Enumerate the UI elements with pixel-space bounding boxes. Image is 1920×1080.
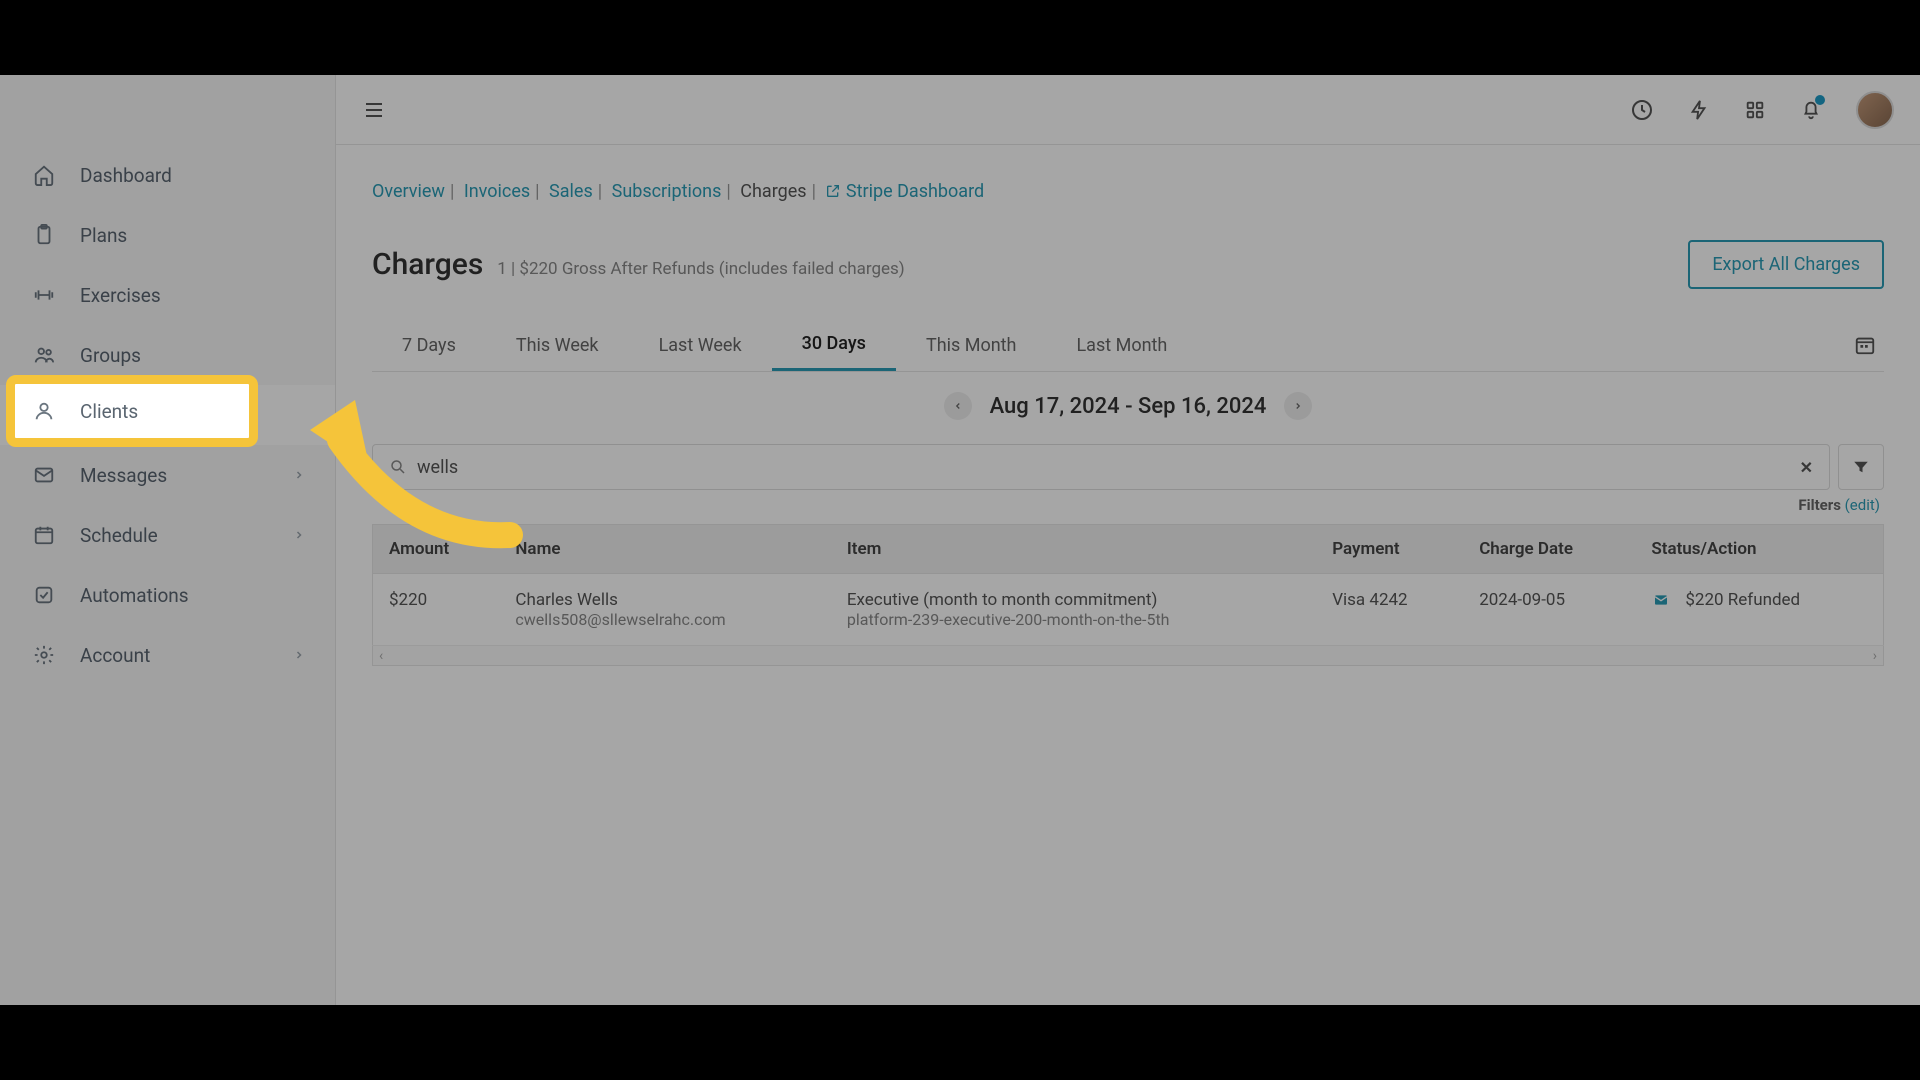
cell-payment: Visa 4242 xyxy=(1316,574,1463,646)
topbar xyxy=(336,75,1920,145)
clear-search-icon[interactable]: ✕ xyxy=(1800,458,1813,477)
page-title-wrap: Charges 1 | $220 Gross After Refunds (in… xyxy=(372,247,905,282)
tab-this-month[interactable]: This Month xyxy=(896,321,1047,370)
table-scrollbar[interactable]: ‹ › xyxy=(372,646,1884,666)
breadcrumb: Overview| Invoices| Sales| Subscriptions… xyxy=(372,181,1884,202)
envelope-icon[interactable] xyxy=(1651,592,1671,608)
page-summary: 1 | $220 Gross After Refunds (includes f… xyxy=(497,259,904,279)
tab-last-month[interactable]: Last Month xyxy=(1046,321,1197,370)
bell-icon[interactable] xyxy=(1800,98,1822,122)
tab-last-week[interactable]: Last Week xyxy=(629,321,772,370)
cell-amount: $220 xyxy=(373,574,500,646)
home-icon xyxy=(30,164,58,186)
calendar-icon xyxy=(30,524,58,546)
sidebar-item-label: Plans xyxy=(80,224,305,247)
sidebar-item-label: Messages xyxy=(80,464,293,487)
search-input[interactable] xyxy=(417,457,1800,478)
breadcrumb-invoices[interactable]: Invoices xyxy=(464,181,530,202)
filters-label-row: Filters (edit) xyxy=(372,490,1884,524)
app-window: Dashboard Plans Exercises Groups Clients xyxy=(0,75,1920,1005)
notification-dot xyxy=(1815,95,1825,105)
table-header-row: Amount Name Item Payment Charge Date Sta… xyxy=(373,525,1884,574)
chevron-right-icon xyxy=(293,649,305,661)
sidebar-item-messages[interactable]: Messages xyxy=(0,445,335,505)
check-square-icon xyxy=(30,584,58,606)
filter-button[interactable] xyxy=(1838,444,1884,490)
highlight-frame xyxy=(6,375,258,447)
sidebar-item-exercises[interactable]: Exercises xyxy=(0,265,335,325)
chevron-right-icon xyxy=(293,529,305,541)
table-row[interactable]: $220 Charles Wells cwells508@sllewselrah… xyxy=(373,574,1884,646)
cell-item: Executive (month to month commitment) pl… xyxy=(831,574,1316,646)
content: Overview| Invoices| Sales| Subscriptions… xyxy=(336,145,1920,666)
clock-icon[interactable] xyxy=(1630,98,1654,122)
filters-edit-link[interactable]: (edit) xyxy=(1845,496,1880,514)
th-amount: Amount xyxy=(373,525,500,574)
dumbbell-icon xyxy=(30,284,58,306)
lightning-icon[interactable] xyxy=(1688,98,1710,122)
users-icon xyxy=(30,344,58,366)
sidebar-item-plans[interactable]: Plans xyxy=(0,205,335,265)
tab-7days[interactable]: 7 Days xyxy=(372,321,486,370)
cell-status: $220 Refunded xyxy=(1635,574,1883,646)
page-title: Charges xyxy=(372,247,483,282)
export-button[interactable]: Export All Charges xyxy=(1688,240,1884,289)
tab-this-week[interactable]: This Week xyxy=(486,321,629,370)
sidebar-item-label: Account xyxy=(80,644,293,667)
sidebar-item-label: Exercises xyxy=(80,284,305,307)
th-charge-date: Charge Date xyxy=(1463,525,1635,574)
sidebar-item-label: Groups xyxy=(80,344,305,367)
date-tabs: 7 Days This Week Last Week 30 Days This … xyxy=(372,319,1884,372)
th-item: Item xyxy=(831,525,1316,574)
date-range-row: Aug 17, 2024 - Sep 16, 2024 xyxy=(372,372,1884,444)
sidebar: Dashboard Plans Exercises Groups Clients xyxy=(0,75,336,1005)
search-icon xyxy=(389,458,407,476)
sidebar-item-account[interactable]: Account xyxy=(0,625,335,685)
clipboard-icon xyxy=(30,224,58,246)
breadcrumb-subscriptions[interactable]: Subscriptions xyxy=(612,181,722,202)
sidebar-item-schedule[interactable]: Schedule xyxy=(0,505,335,565)
th-status: Status/Action xyxy=(1635,525,1883,574)
sidebar-item-label: Automations xyxy=(80,584,305,607)
calendar-picker-icon[interactable] xyxy=(1846,320,1884,370)
date-prev-button[interactable] xyxy=(944,392,972,420)
apps-grid-icon[interactable] xyxy=(1744,99,1766,121)
charges-table: Amount Name Item Payment Charge Date Sta… xyxy=(372,524,1884,646)
main-area: Overview| Invoices| Sales| Subscriptions… xyxy=(336,75,1920,1005)
avatar[interactable] xyxy=(1856,91,1894,129)
breadcrumb-stripe[interactable]: Stripe Dashboard xyxy=(825,181,984,202)
cell-date: 2024-09-05 xyxy=(1463,574,1635,646)
th-payment: Payment xyxy=(1316,525,1463,574)
menu-icon[interactable] xyxy=(362,98,386,122)
chevron-right-icon xyxy=(293,469,305,481)
date-next-button[interactable] xyxy=(1284,392,1312,420)
sidebar-item-label: Dashboard xyxy=(80,164,305,187)
scroll-left-icon[interactable]: ‹ xyxy=(379,648,383,664)
date-range-label: Aug 17, 2024 - Sep 16, 2024 xyxy=(990,394,1267,419)
cell-name: Charles Wells cwells508@sllewselrahc.com xyxy=(499,574,830,646)
breadcrumb-overview[interactable]: Overview xyxy=(372,181,445,202)
breadcrumb-sales[interactable]: Sales xyxy=(549,181,593,202)
search-box[interactable]: ✕ xyxy=(372,444,1830,490)
filters-label: Filters xyxy=(1798,496,1841,514)
scroll-right-icon[interactable]: › xyxy=(1873,648,1877,664)
sidebar-item-label: Schedule xyxy=(80,524,293,547)
gear-icon xyxy=(30,644,58,666)
sidebar-item-dashboard[interactable]: Dashboard xyxy=(0,145,335,205)
breadcrumb-charges: Charges xyxy=(740,181,806,202)
th-name: Name xyxy=(499,525,830,574)
tab-30days[interactable]: 30 Days xyxy=(772,319,896,371)
envelope-icon xyxy=(30,464,58,486)
sidebar-item-automations[interactable]: Automations xyxy=(0,565,335,625)
